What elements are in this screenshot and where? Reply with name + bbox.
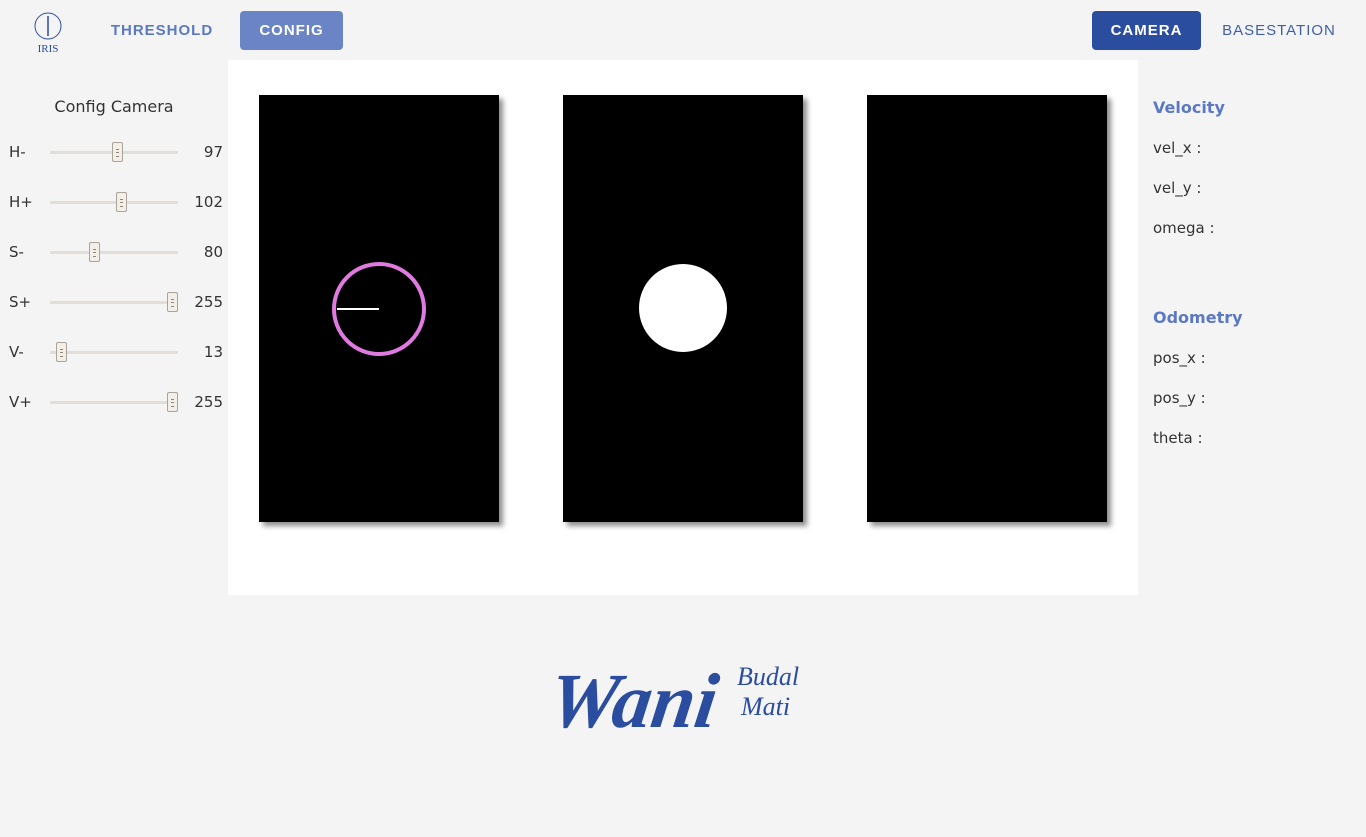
slider-h-min: H- 97 [0, 137, 228, 167]
slider-v-max: V+ 255 [0, 387, 228, 417]
brand-sub2-text: Mati [740, 692, 790, 721]
pos-x-label: pos_x : [1153, 349, 1206, 367]
brand-logo-icon: Wani Budal Mati [544, 657, 799, 744]
slider-handle[interactable] [167, 392, 178, 412]
slider-handle[interactable] [167, 292, 178, 312]
odometry-heading: Odometry [1153, 308, 1243, 327]
slider-handle[interactable] [89, 242, 100, 262]
velocity-heading: Velocity [1153, 98, 1225, 117]
camera-feed-threshold [563, 95, 803, 522]
slider-track[interactable] [50, 351, 178, 354]
slider-handle[interactable] [112, 142, 123, 162]
brand-sub1-text: Budal [737, 662, 799, 691]
slider-track[interactable] [50, 201, 178, 204]
slider-label: S+ [9, 293, 32, 311]
threshold-blob [639, 264, 727, 352]
iris-logo-icon: IRIS [34, 12, 62, 55]
iris-logo: IRIS [34, 12, 64, 55]
nav-config[interactable]: CONFIG [240, 11, 343, 50]
brand-logo: Wani Budal Mati [544, 635, 815, 750]
slider-handle[interactable] [56, 342, 67, 362]
camera-feed-raw [259, 95, 499, 522]
slider-label: V- [9, 343, 24, 361]
slider-label: S- [9, 243, 24, 261]
slider-value: 80 [203, 243, 223, 261]
iris-logo-text: IRIS [38, 43, 59, 54]
config-camera-title: Config Camera [54, 97, 174, 116]
slider-handle[interactable] [116, 192, 127, 212]
slider-label: V+ [9, 393, 32, 411]
nav-basestation[interactable]: BASESTATION [1216, 11, 1342, 50]
slider-value: 102 [194, 193, 223, 211]
slider-value: 97 [203, 143, 223, 161]
slider-track[interactable] [50, 301, 178, 304]
slider-v-min: V- 13 [0, 337, 228, 367]
vel-x-label: vel_x : [1153, 139, 1202, 157]
vel-y-label: vel_y : [1153, 179, 1202, 197]
slider-h-max: H+ 102 [0, 187, 228, 217]
slider-value: 255 [194, 293, 223, 311]
slider-value: 255 [194, 393, 223, 411]
pos-y-label: pos_y : [1153, 389, 1206, 407]
brand-main-text: Wani [555, 657, 724, 744]
slider-s-min: S- 80 [0, 237, 228, 267]
slider-s-max: S+ 255 [0, 287, 228, 317]
nav-threshold[interactable]: THRESHOLD [104, 11, 220, 50]
nav-camera[interactable]: CAMERA [1092, 11, 1201, 50]
camera-feed-third [867, 95, 1107, 522]
slider-track[interactable] [50, 401, 178, 404]
detection-overlay [332, 262, 426, 356]
omega-label: omega : [1153, 219, 1215, 237]
slider-label: H- [9, 143, 26, 161]
slider-track[interactable] [50, 251, 178, 254]
slider-label: H+ [9, 193, 33, 211]
threshold-overlay [639, 264, 727, 352]
theta-label: theta : [1153, 429, 1203, 447]
camera-panel [228, 60, 1138, 595]
slider-value: 13 [203, 343, 223, 361]
